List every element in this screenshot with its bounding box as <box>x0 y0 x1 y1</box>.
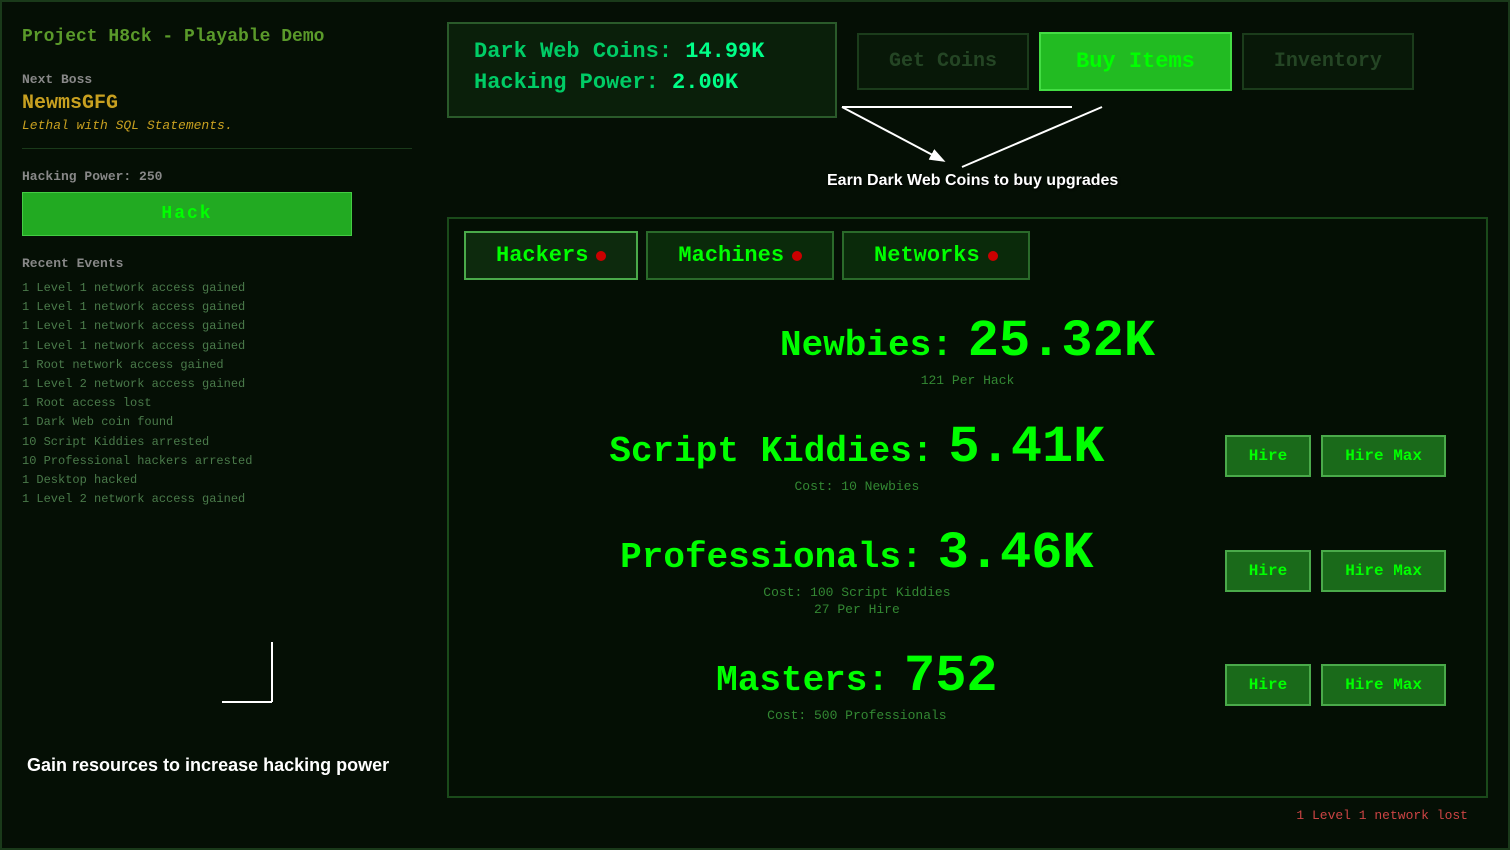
event-item: 1 Level 1 network access gained <box>22 317 412 336</box>
event-item: 1 Root access lost <box>22 394 412 413</box>
hacker-buttons-2: HireHire Max <box>1225 550 1446 592</box>
gain-resources-text: Gain resources to increase hacking power <box>27 754 389 777</box>
inventory-button[interactable]: Inventory <box>1242 33 1414 90</box>
hacker-sub1-0: 121 Per Hack <box>489 373 1446 388</box>
hacker-name-section-2: Professionals: 3.46K Cost: 100 Script Kidd… <box>489 524 1225 617</box>
tab-networks[interactable]: Networks <box>842 231 1030 280</box>
content-panel: Hackers Machines Networks Newbies: 25.32K… <box>447 217 1488 798</box>
hacker-row-3: Masters: 752 Cost: 500 ProfessionalsHireHi… <box>489 647 1446 723</box>
event-item: 1 Level 1 network access gained <box>22 298 412 317</box>
networks-dot <box>988 251 998 261</box>
hacker-sub2-2: 27 Per Hire <box>489 602 1225 617</box>
coins-value: 14.99K <box>685 39 764 64</box>
event-item: 1 Root network access gained <box>22 356 412 375</box>
earn-coins-annotation: Earn Dark Web Coins to buy upgrades <box>827 172 1118 190</box>
get-coins-button[interactable]: Get Coins <box>857 33 1029 90</box>
recent-events-section: Recent Events 1 Level 1 network access g… <box>22 256 412 509</box>
event-item: 1 Level 1 network access gained <box>22 337 412 356</box>
tab-machines[interactable]: Machines <box>646 231 834 280</box>
hackers-content: Newbies: 25.32K 121 Per Hack Script Kiddies… <box>449 292 1486 773</box>
event-item: 1 Level 1 network access gained <box>22 279 412 298</box>
hacker-name-1: Script Kiddies: <box>609 431 933 472</box>
buy-items-button[interactable]: Buy Items <box>1039 32 1232 91</box>
hacker-name-3: Masters: <box>716 660 889 701</box>
hacking-power-section: Hacking Power: 250 Hack <box>22 169 412 236</box>
status-bar: 1 Level 1 network lost <box>1296 808 1468 823</box>
hacking-power-label: Hacking Power: 250 <box>22 169 412 184</box>
hacker-name-section-1: Script Kiddies: 5.41K Cost: 10 Newbies <box>489 418 1225 494</box>
hackers-dot <box>596 251 606 261</box>
hacker-sub1-2: Cost: 100 Script Kiddies <box>489 585 1225 600</box>
hacker-row-2: Professionals: 3.46K Cost: 100 Script Kidd… <box>489 524 1446 617</box>
machines-dot <box>792 251 802 261</box>
recent-events-label: Recent Events <box>22 256 412 271</box>
sidebar: Project H8ck - Playable Demo Next Boss N… <box>22 22 412 832</box>
hacker-count-2: 3.46K <box>938 524 1094 583</box>
hacker-count-3: 752 <box>904 647 998 706</box>
tab-networks-label: Networks <box>874 243 980 268</box>
boss-name: NewmsGFG <box>22 92 412 115</box>
coins-stat: Dark Web Coins: 14.99K <box>474 39 810 64</box>
hack-button[interactable]: Hack <box>22 192 352 236</box>
power-label: Hacking Power: <box>474 70 659 95</box>
hire-max-button-1[interactable]: Hire Max <box>1321 435 1446 477</box>
stats-bar: Dark Web Coins: 14.99K Hacking Power: 2.… <box>447 22 837 118</box>
event-item: 1 Desktop hacked <box>22 471 412 490</box>
header-buttons: Get Coins Buy Items Inventory <box>857 32 1414 91</box>
hacker-sub1-1: Cost: 10 Newbies <box>489 479 1225 494</box>
tab-bar: Hackers Machines Networks <box>449 219 1486 292</box>
tab-machines-label: Machines <box>678 243 784 268</box>
event-item: 1 Dark Web coin found <box>22 413 412 432</box>
event-item: 1 Level 2 network access gained <box>22 490 412 509</box>
power-value: 2.00K <box>672 70 738 95</box>
hire-max-button-2[interactable]: Hire Max <box>1321 550 1446 592</box>
hacker-row-0: Newbies: 25.32K 121 Per Hack <box>489 312 1446 388</box>
app-title: Project H8ck - Playable Demo <box>22 22 412 52</box>
hacker-buttons-3: HireHire Max <box>1225 664 1446 706</box>
next-boss-section: Next Boss NewmsGFG Lethal with SQL State… <box>22 72 412 133</box>
event-item: 10 Script Kiddies arrested <box>22 433 412 452</box>
hacker-buttons-1: HireHire Max <box>1225 435 1446 477</box>
divider <box>22 148 412 149</box>
tab-hackers[interactable]: Hackers <box>464 231 638 280</box>
main-area: Dark Web Coins: 14.99K Hacking Power: 2.… <box>447 22 1488 828</box>
gain-resources-annotation: Gain resources to increase hacking power <box>27 754 389 777</box>
hacker-name-0: Newbies: <box>780 325 953 366</box>
hacker-name-2: Professionals: <box>620 537 922 578</box>
hacker-name-section-0: Newbies: 25.32K 121 Per Hack <box>489 312 1446 388</box>
main-container: Project H8ck - Playable Demo Next Boss N… <box>0 0 1510 850</box>
hacker-count-1: 5.41K <box>948 418 1104 477</box>
event-item: 10 Professional hackers arrested <box>22 452 412 471</box>
boss-desc: Lethal with SQL Statements. <box>22 118 412 133</box>
event-item: 1 Level 2 network access gained <box>22 375 412 394</box>
hacker-row-1: Script Kiddies:5.41KCost: 10 NewbiesHire… <box>489 418 1446 494</box>
hire-button-2[interactable]: Hire <box>1225 550 1311 592</box>
power-stat: Hacking Power: 2.00K <box>474 70 810 95</box>
hacker-name-section-3: Masters: 752 Cost: 500 Professionals <box>489 647 1225 723</box>
hire-button-1[interactable]: Hire <box>1225 435 1311 477</box>
hacker-sub1-3: Cost: 500 Professionals <box>489 708 1225 723</box>
next-boss-label: Next Boss <box>22 72 412 87</box>
top-row: Dark Web Coins: 14.99K Hacking Power: 2.… <box>447 22 1488 133</box>
hacker-count-0: 25.32K <box>968 312 1155 371</box>
hire-max-button-3[interactable]: Hire Max <box>1321 664 1446 706</box>
hire-button-3[interactable]: Hire <box>1225 664 1311 706</box>
coins-label: Dark Web Coins: <box>474 39 672 64</box>
tab-hackers-label: Hackers <box>496 243 588 268</box>
events-list: 1 Level 1 network access gained1 Level 1… <box>22 279 412 509</box>
